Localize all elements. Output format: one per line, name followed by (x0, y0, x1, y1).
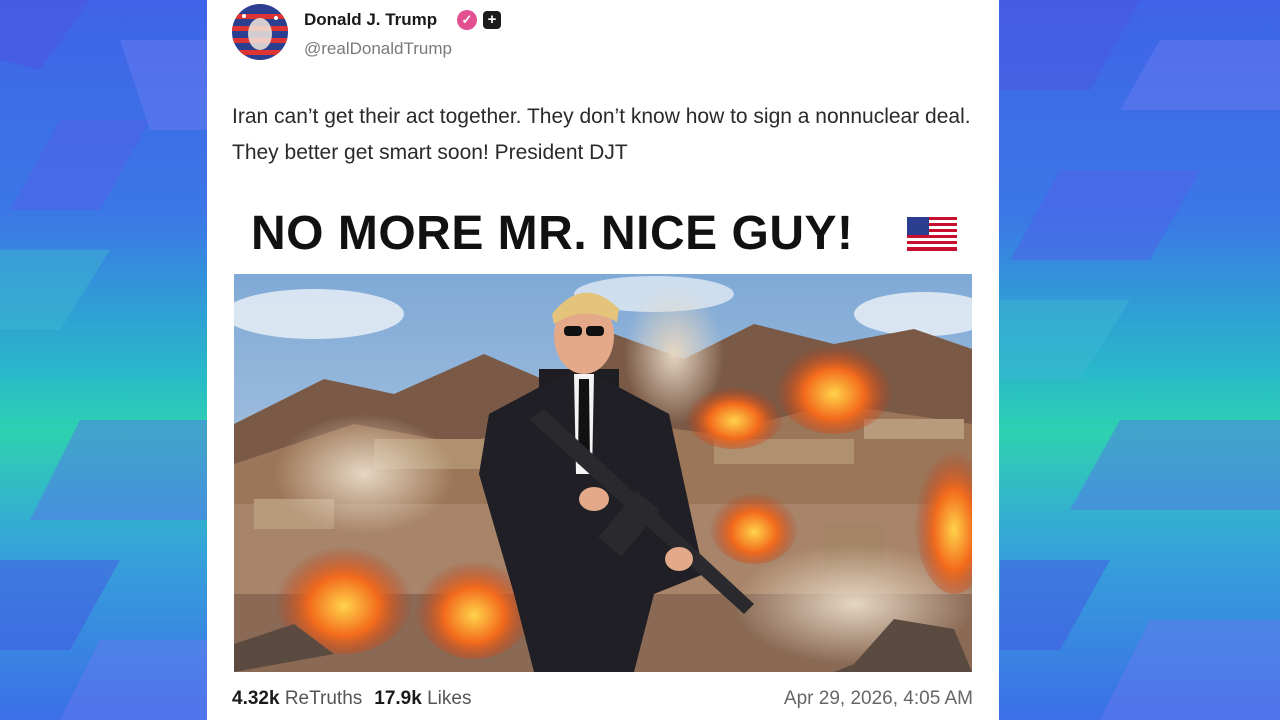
likes-count: 17.9k (374, 688, 422, 709)
image-headline: NO MORE MR. NICE GUY! (251, 207, 854, 260)
author-handle[interactable]: @realDonaldTrump (304, 39, 452, 59)
post-card: Donald J. Trump ✓ + @realDonaldTrump Ira… (207, 0, 999, 720)
plus-badge-icon: + (483, 11, 501, 29)
likes-label: Likes (427, 688, 472, 709)
post-timestamp[interactable]: Apr 29, 2026, 4:05 AM (784, 688, 973, 710)
engagement-stats: 4.32k ReTruths 17.9k Likes (232, 688, 471, 710)
retruths-stat[interactable]: 4.32k ReTruths (232, 688, 362, 710)
retruths-label: ReTruths (284, 688, 363, 709)
us-flag-icon (907, 217, 957, 251)
post-image[interactable] (234, 274, 972, 672)
avatar[interactable] (232, 4, 288, 60)
author-name[interactable]: Donald J. Trump (304, 10, 437, 30)
verified-badge-icon: ✓ (457, 10, 477, 30)
retruths-count: 4.32k (232, 688, 280, 709)
post-text: Iran can’t get their act together. They … (232, 105, 971, 164)
likes-stat[interactable]: 17.9k Likes (374, 688, 471, 710)
